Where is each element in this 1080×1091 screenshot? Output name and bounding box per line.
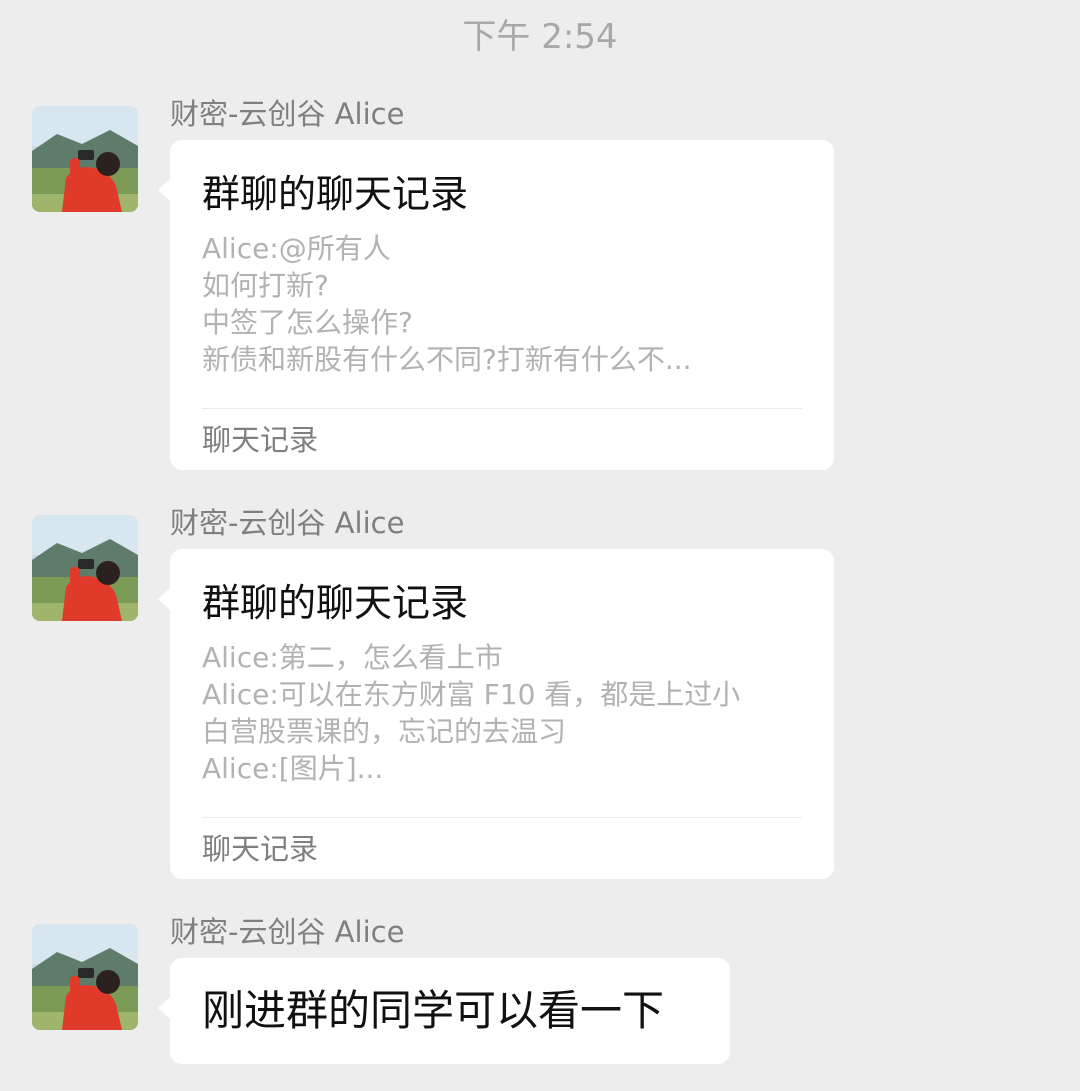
card-divider [202, 817, 802, 818]
avatar-photo-icon [32, 924, 138, 1030]
text-message-bubble[interactable]: 刚进群的同学可以看一下 [158, 958, 730, 1064]
chat-record-card[interactable]: 群聊的聊天记录 Alice:第二，怎么看上市 Alice:可以在东方财富 F10… [158, 549, 834, 879]
card-divider [202, 408, 802, 409]
chat-record-footer: 聊天记录 [202, 832, 319, 866]
avatar[interactable] [32, 106, 138, 212]
sender-name: 财密-云创谷 Alice [170, 915, 405, 949]
chat-record-line: Alice:第二，怎么看上市 [202, 641, 503, 674]
chat-record-preview: Alice:第二，怎么看上市 Alice:可以在东方财富 F10 看，都是上过小… [202, 639, 802, 787]
chat-record-title: 群聊的聊天记录 [202, 581, 469, 625]
chat-timestamp: 下午 2:54 [462, 17, 618, 57]
chat-record-line: Alice:@所有人 [202, 232, 391, 265]
message-text: 刚进群的同学可以看一下 [202, 986, 665, 1035]
chat-record-line: 新债和新股有什么不同?打新有什么不... [202, 343, 692, 376]
chat-record-title: 群聊的聊天记录 [202, 172, 469, 216]
chat-record-line: Alice:可以在东方财富 F10 看，都是上过小 [202, 678, 741, 711]
sender-name: 财密-云创谷 Alice [170, 97, 405, 131]
avatar[interactable] [32, 924, 138, 1030]
chat-record-line: Alice:[图片]... [202, 752, 384, 785]
chat-record-footer: 聊天记录 [202, 423, 319, 457]
chat-record-line: 中签了怎么操作? [202, 306, 413, 339]
chat-record-card[interactable]: 群聊的聊天记录 Alice:@所有人 如何打新? 中签了怎么操作? 新债和新股有… [158, 140, 834, 470]
sender-name: 财密-云创谷 Alice [170, 506, 405, 540]
chat-record-preview: Alice:@所有人 如何打新? 中签了怎么操作? 新债和新股有什么不同?打新有… [202, 230, 802, 378]
chat-record-line: 白营股票课的，忘记的去温习 [202, 715, 567, 748]
chat-record-line: 如何打新? [202, 269, 329, 302]
avatar-photo-icon [32, 106, 138, 212]
avatar[interactable] [32, 515, 138, 621]
avatar-photo-icon [32, 515, 138, 621]
